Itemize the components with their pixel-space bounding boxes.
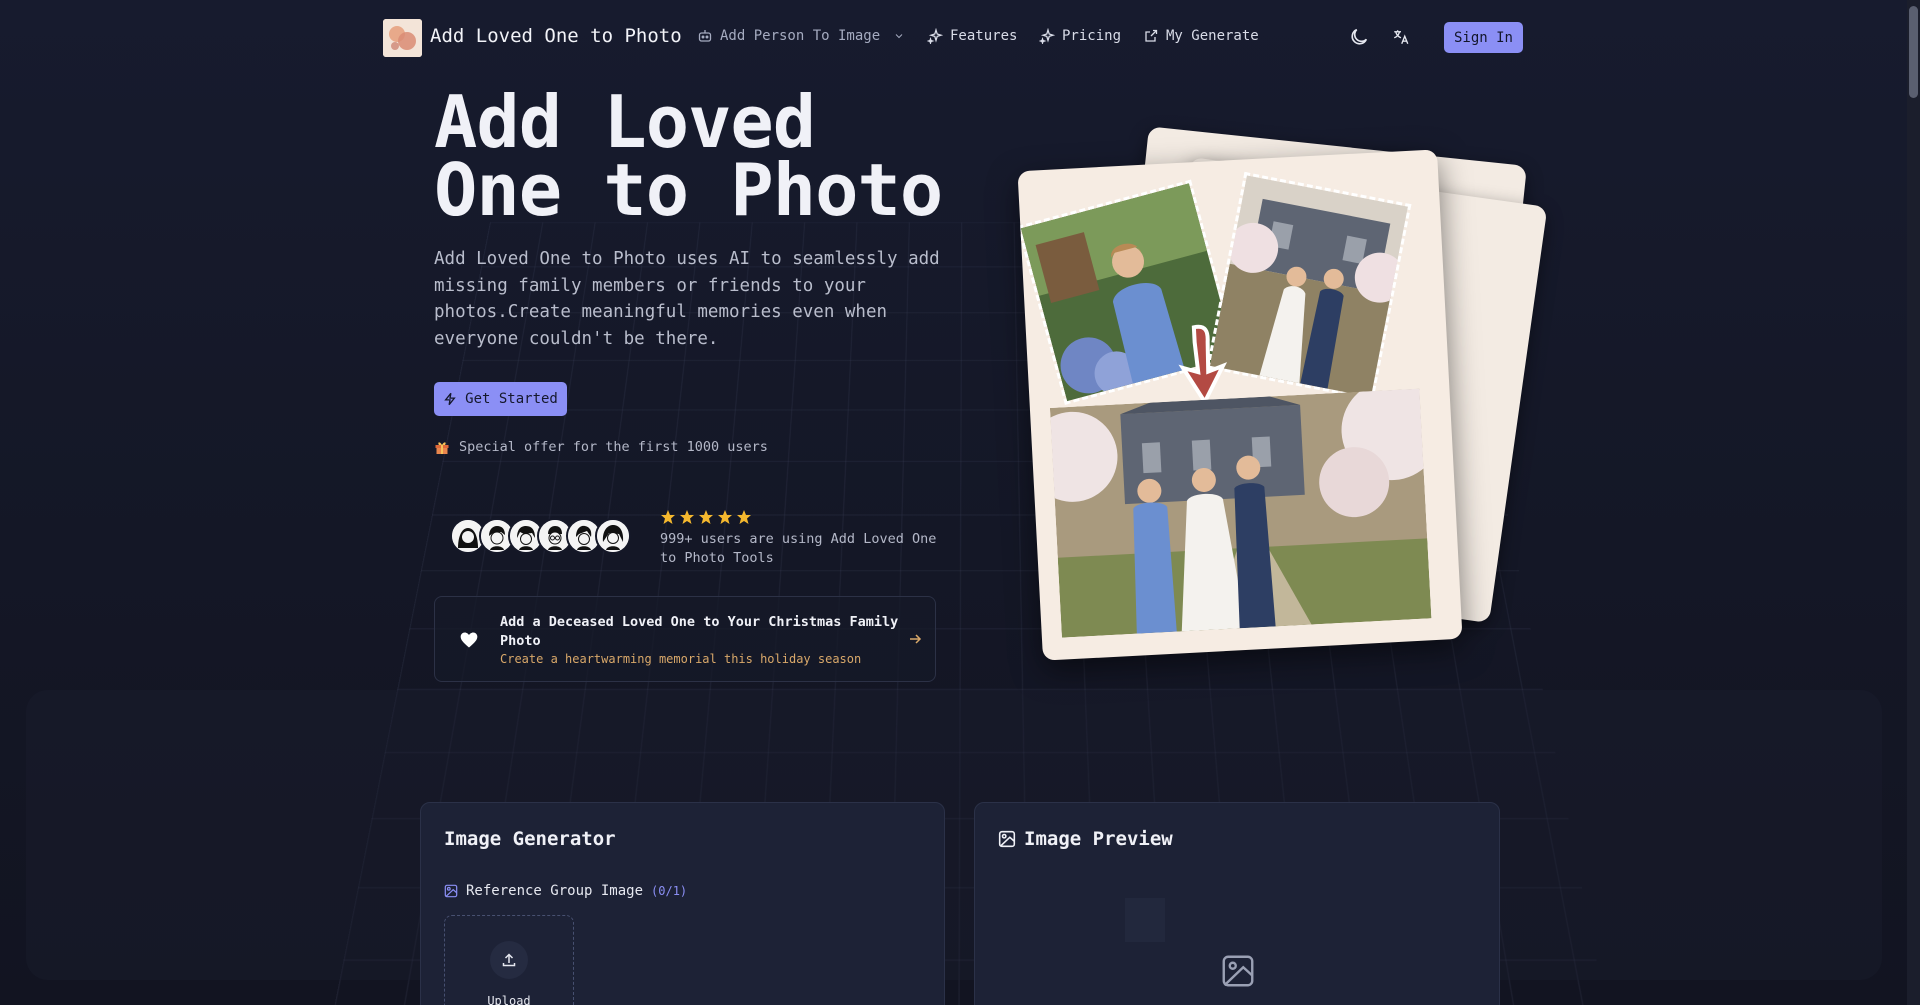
nav-label: Features xyxy=(950,28,1018,44)
lower-section-background xyxy=(26,690,1882,980)
promo-subtitle: Create a heartwarming memorial this holi… xyxy=(500,652,862,666)
star-icon xyxy=(737,510,751,524)
nav-features[interactable]: Features xyxy=(927,28,1017,44)
star-icon xyxy=(661,510,675,524)
reference-group-image-label: Reference Group Image (0/1) xyxy=(444,883,687,899)
nav-label: My Generate xyxy=(1166,28,1259,44)
star-icon xyxy=(699,510,713,524)
sparkles-icon xyxy=(927,28,943,44)
preview-placeholder xyxy=(1125,898,1165,942)
image-preview-title-text: Image Preview xyxy=(1024,828,1173,850)
translate-icon xyxy=(1393,30,1409,45)
image-icon xyxy=(998,830,1016,848)
page-scrollbar-track[interactable] xyxy=(1907,0,1920,1005)
collage-photo-result xyxy=(1049,388,1432,638)
rating-stars xyxy=(660,509,752,525)
nav-my-generate[interactable]: My Generate xyxy=(1143,28,1259,44)
upload-icon-wrap xyxy=(490,941,528,979)
upload-icon xyxy=(502,953,516,967)
heart-icon xyxy=(460,632,478,648)
image-preview-title: Image Preview xyxy=(998,828,1173,850)
image-generator-panel: Image Generator Reference Group Image (0… xyxy=(420,802,945,1005)
theme-toggle-button[interactable] xyxy=(1346,24,1372,50)
avatar xyxy=(595,518,631,554)
lightning-icon xyxy=(444,392,456,406)
hero-title: Add Loved One to Photo xyxy=(434,80,1034,232)
reference-label-text: Reference Group Image xyxy=(466,883,644,899)
language-button[interactable] xyxy=(1388,24,1414,50)
image-generator-title: Image Generator xyxy=(444,828,616,850)
top-navbar: Add Loved One to Photo Add Person To Ima… xyxy=(0,0,1920,76)
sign-in-button[interactable]: Sign In xyxy=(1444,22,1523,53)
star-icon xyxy=(680,510,694,524)
special-offer: Special offer for the first 1000 users xyxy=(434,439,768,455)
reference-count: (0/1) xyxy=(651,884,688,898)
christmas-promo-card[interactable]: Add a Deceased Loved One to Your Christm… xyxy=(434,596,936,682)
special-offer-text: Special offer for the first 1000 users xyxy=(459,439,768,455)
star-icon xyxy=(718,510,732,524)
hero-title-line2: One to Photo xyxy=(434,148,943,232)
promo-title: Add a Deceased Loved One to Your Christm… xyxy=(500,614,899,649)
brand-logo[interactable] xyxy=(383,19,422,57)
nav-label: Add Person To Image xyxy=(720,28,881,44)
image-preview-panel: Image Preview xyxy=(974,802,1500,1005)
collage-front-card xyxy=(1017,149,1463,661)
page-scrollbar-thumb[interactable] xyxy=(1909,6,1918,98)
upload-label: Upload xyxy=(487,994,531,1005)
brand-name[interactable]: Add Loved One to Photo xyxy=(430,25,682,47)
arrow-right-icon xyxy=(910,634,922,644)
external-link-icon xyxy=(1145,29,1158,42)
sparkles-icon xyxy=(1039,28,1055,44)
robot-icon xyxy=(698,30,712,42)
get-started-label: Get Started xyxy=(465,391,558,407)
chevron-down-icon xyxy=(895,34,903,39)
nav-pricing[interactable]: Pricing xyxy=(1039,28,1121,44)
hero-description: Add Loved One to Photo uses AI to seamle… xyxy=(434,249,940,349)
users-count-text: 999+ users are using Add Loved One to Ph… xyxy=(660,531,937,566)
hero-collage-image xyxy=(1010,126,1548,670)
hero-title-line1: Add Loved xyxy=(434,80,816,164)
image-generator-title-text: Image Generator xyxy=(444,828,616,850)
nav-add-person-dropdown[interactable]: Add Person To Image xyxy=(697,28,905,44)
nav-label: Pricing xyxy=(1062,28,1122,44)
gift-icon xyxy=(435,442,449,454)
get-started-button[interactable]: Get Started xyxy=(434,382,567,416)
user-avatars xyxy=(450,518,631,554)
moon-icon xyxy=(1351,28,1368,45)
upload-dropzone[interactable]: Upload xyxy=(444,915,574,1005)
image-icon xyxy=(444,884,458,898)
image-placeholder-icon xyxy=(1222,955,1254,987)
